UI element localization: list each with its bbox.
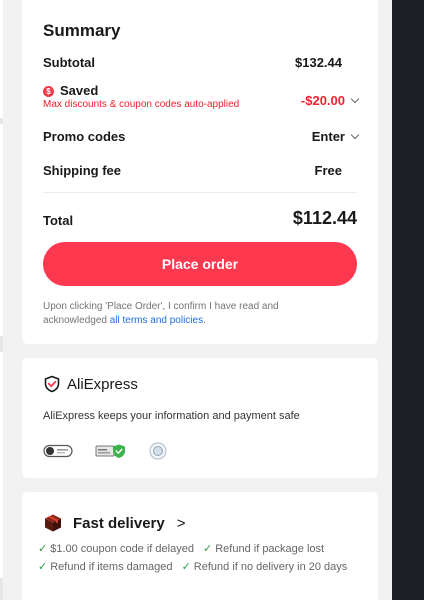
dark-side-rail [392, 0, 424, 600]
payment-safe-text: AliExpress keeps your information and pa… [43, 410, 300, 422]
terms-notice: Upon clicking 'Place Order', I confirm I… [43, 300, 343, 328]
checkmark-icon: ✓ [181, 561, 191, 573]
shield-check-icon [44, 375, 60, 393]
saved-discount-icon: $ [43, 86, 54, 97]
left-panel-segment [0, 0, 3, 118]
delivery-benefits-list: ✓ $1.00 coupon code if delayed ✓ Refund if… [38, 540, 368, 576]
summary-title: Summary [43, 21, 121, 40]
order-summary-card: Summary Subtotal $132.44 $ Saved Max dis… [22, 0, 378, 344]
total-value: $112.44 [292, 208, 357, 228]
chevron-down-icon [350, 94, 360, 103]
fast-delivery-header[interactable]: Fast delivery > [43, 512, 185, 534]
fast-delivery-title: Fast delivery [73, 514, 165, 532]
checkmark-icon: ✓ [203, 543, 213, 555]
total-label: Total [43, 213, 74, 228]
promo-enter-label: Enter [311, 128, 345, 144]
place-order-button[interactable]: Place order [43, 242, 357, 286]
promo-codes-label: Promo codes [43, 129, 126, 144]
saved-note: Max discounts & coupon codes auto-applie… [43, 99, 240, 110]
benefit-text: $1.00 coupon code if delayed [50, 543, 194, 555]
benefit-text: Refund if no delivery in 20 days [193, 561, 348, 573]
subtotal-value: $132.44 [295, 55, 342, 70]
terms-policies-link[interactable]: all terms and policies [110, 315, 203, 326]
brand-name: AliExpress [67, 375, 138, 393]
shipping-fee-label: Shipping fee [43, 163, 121, 178]
fast-delivery-card[interactable]: Fast delivery > ✓ $1.00 coupon code if de… [22, 492, 378, 600]
benefit-item: ✓ Refund if package lost [203, 543, 324, 555]
chevron-right-icon: > [176, 514, 186, 532]
promo-code-enter-button[interactable]: Enter [262, 127, 360, 145]
package-cube-icon [45, 514, 61, 532]
terms-notice-period: . [203, 315, 206, 326]
left-panel-edge [0, 0, 3, 600]
benefit-item: ✓ Refund if no delivery in 20 days [182, 561, 348, 573]
left-panel-segment [0, 124, 3, 336]
aliexpress-brand: AliExpress [43, 374, 138, 394]
privacy-toggle-badge-icon [43, 444, 73, 458]
certification-seal-badge-icon [149, 442, 167, 460]
secure-shield-badge-icon [95, 444, 125, 458]
checkmark-icon: ✓ [38, 561, 48, 573]
subtotal-label: Subtotal [43, 55, 95, 70]
benefit-text: Refund if package lost [215, 543, 325, 555]
checkmark-icon: ✓ [38, 543, 48, 555]
saved-toggle[interactable]: -$20.00 [262, 91, 360, 109]
shipping-fee-value: Free [314, 163, 342, 178]
payment-security-card: AliExpress AliExpress keeps your informa… [22, 358, 378, 478]
security-badges [43, 442, 167, 460]
summary-divider [43, 192, 357, 193]
saved-label: Saved [60, 83, 99, 98]
chevron-down-icon [350, 130, 360, 139]
left-panel-segment [0, 352, 3, 578]
benefit-item: ✓ $1.00 coupon code if delayed [38, 543, 194, 555]
saved-value: -$20.00 [300, 92, 345, 108]
benefit-text: Refund if items damaged [50, 561, 173, 573]
benefit-item: ✓ Refund if items damaged [38, 561, 173, 573]
